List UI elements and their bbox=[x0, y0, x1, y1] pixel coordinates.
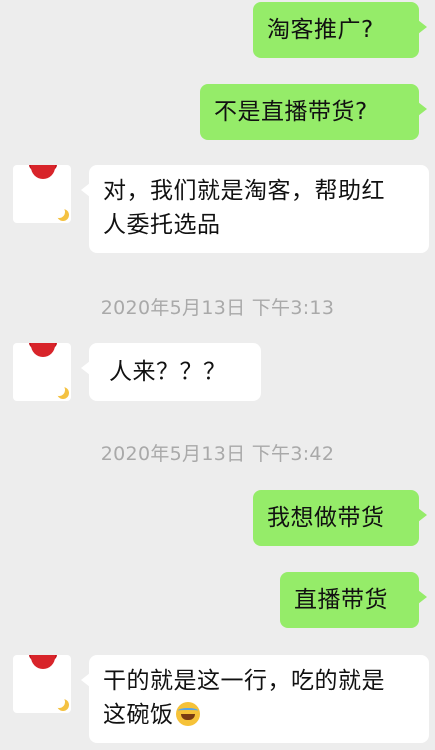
message-text-line: 人委托选品 bbox=[103, 212, 221, 238]
message-text: 不是直播带货? bbox=[214, 99, 368, 125]
message-bubble-received[interactable]: 干的就是这一行，吃的就是 这碗饭 bbox=[81, 655, 429, 743]
avatar-hat-brim bbox=[31, 655, 55, 669]
message-bubble-received[interactable]: 人来？？？ bbox=[81, 343, 261, 401]
message-text-line: 这碗饭 bbox=[103, 698, 415, 732]
message-bubble-sent[interactable]: 淘客推广? bbox=[253, 2, 427, 58]
moon-icon bbox=[53, 206, 69, 221]
message-bubble-sent[interactable]: 不是直播带货? bbox=[200, 84, 427, 140]
avatar-hat-brim bbox=[31, 343, 55, 357]
moon-icon bbox=[53, 384, 69, 399]
laughing-tears-emoji-icon bbox=[175, 702, 200, 726]
message-timestamp: 2020年5月13日 下午3:42 bbox=[100, 443, 335, 465]
contact-avatar[interactable] bbox=[13, 655, 71, 713]
message-bubble-sent[interactable]: 我想做带货 bbox=[253, 490, 427, 546]
avatar-hat-brim bbox=[31, 165, 55, 179]
message-bubble-received[interactable]: 对，我们就是淘客，帮助红 人委托选品 bbox=[81, 165, 429, 253]
chat-screen: 淘客推广? 不是直播带货? 对，我们就是淘客，帮助红 人委托选品 2020年5月… bbox=[0, 0, 435, 750]
contact-avatar[interactable] bbox=[13, 165, 71, 223]
message-text: 人来？？？ bbox=[109, 359, 227, 385]
message-text: 这碗饭 bbox=[103, 702, 174, 728]
message-text-line: 干的就是这一行，吃的就是 bbox=[103, 668, 385, 694]
message-text: 直播带货 bbox=[294, 587, 388, 613]
message-text: 淘客推广? bbox=[267, 17, 374, 43]
message-bubble-sent[interactable]: 直播带货 bbox=[280, 572, 427, 628]
moon-icon bbox=[53, 696, 69, 711]
message-text: 我想做带货 bbox=[267, 505, 385, 531]
contact-avatar[interactable] bbox=[13, 343, 71, 401]
message-timestamp: 2020年5月13日 下午3:13 bbox=[100, 297, 335, 319]
message-text-line: 对，我们就是淘客，帮助红 bbox=[103, 178, 385, 204]
